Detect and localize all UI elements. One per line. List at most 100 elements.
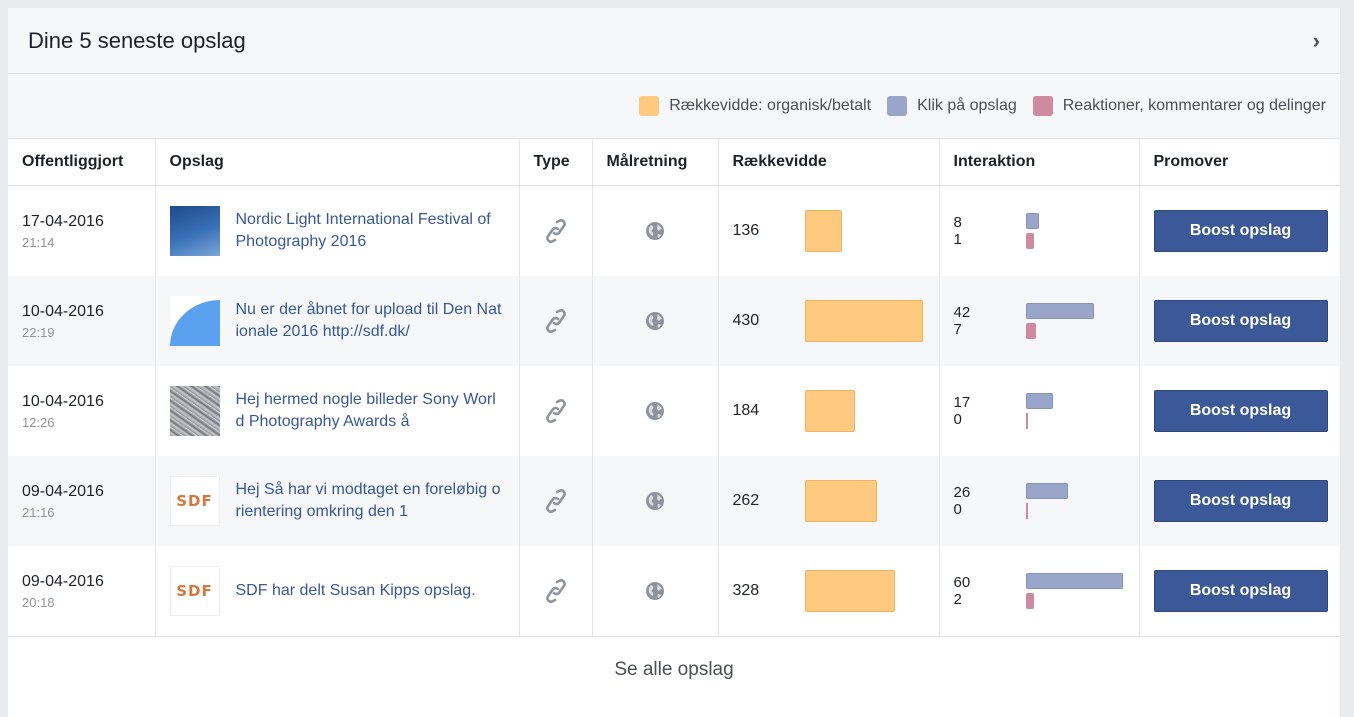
post-title-link[interactable]: Nordic Light International Festival of P… bbox=[236, 209, 505, 253]
reach-cell: 262 bbox=[718, 456, 940, 546]
type-cell bbox=[519, 456, 593, 546]
promote-cell: Boost opslag bbox=[1139, 546, 1340, 636]
reach-cell: 184 bbox=[718, 366, 940, 456]
reach-bar[interactable] bbox=[804, 300, 923, 342]
column-header-post[interactable]: Opslag bbox=[155, 139, 520, 186]
post-date: 10-04-2016 bbox=[22, 302, 104, 320]
globe-icon bbox=[645, 222, 665, 240]
chevron-right-icon[interactable]: › bbox=[1313, 28, 1320, 54]
post-date: 09-04-2016 bbox=[22, 572, 104, 590]
published-cell: 17-04-2016 21:14 bbox=[8, 185, 156, 276]
post-time: 21:16 bbox=[22, 504, 55, 520]
scrollbar-track[interactable] bbox=[1340, 0, 1354, 679]
column-header-type[interactable]: Type bbox=[519, 139, 593, 186]
post-time: 22:19 bbox=[22, 324, 55, 340]
posts-table: Offentliggjort Opslag Type Målretning Ræ… bbox=[8, 139, 1340, 636]
globe-icon bbox=[645, 312, 665, 330]
legend-label-reactions: Reaktioner, kommentarer og delinger bbox=[1062, 97, 1326, 114]
post-title-link[interactable]: SDF har delt Susan Kipps opslag. bbox=[236, 580, 476, 602]
post-thumbnail[interactable]: SDF bbox=[169, 566, 220, 616]
column-header-targeting[interactable]: Målretning bbox=[592, 139, 719, 186]
reach-bar[interactable] bbox=[804, 390, 855, 432]
post-thumbnail[interactable]: SDF bbox=[169, 476, 220, 526]
post-cell: Hej hermed nogle billeder Sony World Pho… bbox=[155, 366, 520, 456]
reach-value: 184 bbox=[732, 402, 760, 419]
legend-swatch-clicks bbox=[887, 96, 908, 116]
link-icon bbox=[545, 219, 566, 243]
type-cell bbox=[519, 546, 593, 636]
globe-icon bbox=[645, 582, 665, 600]
published-cell: 09-04-2016 21:16 bbox=[8, 456, 156, 546]
table-row: 10-04-2016 12:26 Hej hermed nogle billed… bbox=[8, 366, 1340, 456]
post-time: 12:26 bbox=[22, 414, 55, 430]
column-header-reach[interactable]: Rækkevidde bbox=[718, 139, 940, 186]
column-header-published[interactable]: Offentliggjort bbox=[8, 139, 156, 186]
reactions-bar[interactable] bbox=[1025, 413, 1028, 429]
reactions-bar[interactable] bbox=[1025, 593, 1034, 609]
boost-post-button[interactable]: Boost opslag bbox=[1153, 480, 1328, 522]
engagement-cell: 42 7 bbox=[939, 276, 1140, 366]
post-cell: SDF SDF har delt Susan Kipps opslag. bbox=[155, 546, 520, 636]
link-icon bbox=[545, 309, 566, 333]
reactions-bar[interactable] bbox=[1025, 233, 1034, 249]
globe-icon bbox=[645, 402, 665, 420]
table-header-row: Offentliggjort Opslag Type Målretning Ræ… bbox=[8, 139, 1340, 186]
type-cell bbox=[519, 276, 593, 366]
post-clicks-bar[interactable] bbox=[1025, 483, 1068, 499]
reach-value: 262 bbox=[732, 492, 760, 509]
boost-post-button[interactable]: Boost opslag bbox=[1153, 210, 1328, 252]
panel-header: Dine 5 seneste opslag › bbox=[8, 8, 1340, 74]
reach-bar[interactable] bbox=[804, 210, 842, 252]
post-clicks-bar[interactable] bbox=[1025, 393, 1053, 409]
reactions-value: 0 bbox=[953, 501, 962, 518]
post-date: 10-04-2016 bbox=[22, 392, 104, 410]
see-all-posts-link[interactable]: Se alle opslag bbox=[614, 659, 733, 681]
published-cell: 10-04-2016 12:26 bbox=[8, 366, 156, 456]
boost-post-button[interactable]: Boost opslag bbox=[1153, 570, 1328, 612]
legend-label-reach: Rækkevidde: organisk/betalt bbox=[669, 97, 872, 114]
legend-swatch-reactions bbox=[1032, 96, 1053, 116]
chart-legend: Rækkevidde: organisk/betalt Klik på opsl… bbox=[8, 74, 1340, 139]
reach-cell: 136 bbox=[718, 185, 940, 276]
post-clicks-bar[interactable] bbox=[1025, 573, 1123, 589]
boost-post-button[interactable]: Boost opslag bbox=[1153, 300, 1328, 342]
reach-value: 328 bbox=[732, 582, 760, 599]
sdf-logo: SDF bbox=[176, 582, 213, 600]
boost-post-button[interactable]: Boost opslag bbox=[1153, 390, 1328, 432]
link-icon bbox=[545, 489, 566, 513]
post-thumbnail[interactable] bbox=[169, 386, 220, 436]
post-title-link[interactable]: Hej Så har vi modtaget en foreløbig orie… bbox=[236, 479, 505, 523]
legend-swatch-reach bbox=[639, 96, 660, 116]
post-title-link[interactable]: Nu er der åbnet for upload til Den Natio… bbox=[236, 299, 505, 343]
post-cell: SDF Hej Så har vi modtaget en foreløbig … bbox=[155, 456, 520, 546]
column-header-engagement[interactable]: Interaktion bbox=[939, 139, 1140, 186]
reach-bar[interactable] bbox=[804, 480, 877, 522]
targeting-cell bbox=[592, 366, 719, 456]
post-title-link[interactable]: Hej hermed nogle billeder Sony World Pho… bbox=[236, 389, 505, 433]
targeting-cell bbox=[592, 185, 719, 276]
table-row: 10-04-2016 22:19 Nu er der åbnet for upl… bbox=[8, 276, 1340, 366]
reactions-bar[interactable] bbox=[1025, 503, 1028, 519]
reactions-value: 2 bbox=[953, 591, 962, 608]
legend-item-reach: Rækkevidde: organisk/betalt bbox=[639, 96, 871, 116]
link-icon bbox=[545, 399, 566, 423]
post-date: 09-04-2016 bbox=[22, 482, 104, 500]
engagement-cell: 26 0 bbox=[939, 456, 1140, 546]
published-cell: 09-04-2016 20:18 bbox=[8, 546, 156, 636]
reach-value: 136 bbox=[732, 222, 760, 239]
panel-footer: Se alle opslag bbox=[8, 636, 1340, 717]
reactions-bar[interactable] bbox=[1025, 323, 1036, 339]
column-header-promote: Promover bbox=[1139, 139, 1340, 186]
post-clicks-bar[interactable] bbox=[1025, 303, 1094, 319]
reach-bar[interactable] bbox=[804, 570, 895, 612]
recent-posts-panel: Dine 5 seneste opslag › Rækkevidde: orga… bbox=[8, 8, 1340, 717]
post-clicks-bar[interactable] bbox=[1025, 213, 1039, 229]
targeting-cell bbox=[592, 276, 719, 366]
engagement-cell: 17 0 bbox=[939, 366, 1140, 456]
post-thumbnail[interactable] bbox=[169, 206, 220, 256]
post-clicks-value: 17 bbox=[953, 394, 971, 411]
targeting-cell bbox=[592, 546, 719, 636]
post-time: 20:18 bbox=[22, 594, 55, 610]
post-thumbnail[interactable] bbox=[169, 296, 220, 346]
engagement-cell: 8 1 bbox=[939, 185, 1140, 276]
